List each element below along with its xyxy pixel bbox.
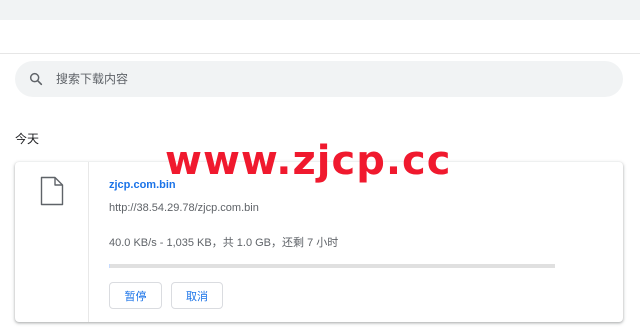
pause-button[interactable]: 暂停 <box>109 282 162 309</box>
download-item: zjcp.com.bin http://38.54.29.78/zjcp.com… <box>15 162 623 322</box>
file-icon-column <box>15 162 89 322</box>
search-input[interactable] <box>56 61 596 97</box>
file-url: http://38.54.29.78/zjcp.com.bin <box>109 202 259 214</box>
download-status: 40.0 KB/s - 1,035 KB，共 1.0 GB，还剩 7 小时 <box>109 237 339 249</box>
progress-bar <box>109 264 555 268</box>
search-icon <box>29 72 43 86</box>
file-icon <box>40 176 64 206</box>
top-bar <box>0 0 640 20</box>
watermark-text: www.zjcp.cc <box>165 138 452 184</box>
search-bar[interactable] <box>15 61 623 97</box>
cancel-button[interactable]: 取消 <box>171 282 223 309</box>
header-divider <box>0 53 640 54</box>
section-title-today: 今天 <box>15 132 40 146</box>
